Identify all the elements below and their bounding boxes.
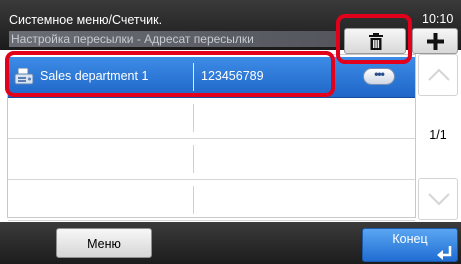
menu-button-label: Меню <box>87 237 121 251</box>
menu-button[interactable]: Меню <box>56 228 152 258</box>
pagination-controls: 1/1 <box>418 54 458 220</box>
footer-bar: Меню Конец <box>0 222 461 264</box>
screen: Системное меню/Счетчик. Настройка пересы… <box>0 0 461 264</box>
breadcrumb: Настройка пересылки - Адресат пересылки <box>9 31 339 47</box>
chevron-up-icon <box>428 68 450 81</box>
page-indicator: 1/1 <box>429 128 447 142</box>
column-divider <box>193 145 194 173</box>
plus-icon <box>427 33 444 50</box>
delete-highlight <box>336 14 412 64</box>
detail-button[interactable]: ••• <box>363 67 395 85</box>
add-button[interactable] <box>412 28 458 54</box>
scroll-up-button[interactable] <box>418 54 458 96</box>
scroll-down-button[interactable] <box>418 178 458 220</box>
clock: 10:10 <box>422 12 454 26</box>
chevron-down-icon <box>428 193 450 206</box>
column-divider <box>193 186 194 214</box>
end-button-label: Конец <box>392 232 428 246</box>
list-item[interactable] <box>8 98 415 139</box>
enter-arrow-icon <box>437 246 452 260</box>
page-title: Системное меню/Счетчик. <box>9 13 163 27</box>
list-item[interactable] <box>8 139 415 180</box>
more-icon: ••• <box>374 67 385 81</box>
end-button[interactable]: Конец <box>362 228 458 262</box>
list-item[interactable] <box>8 180 415 221</box>
column-divider <box>193 104 194 132</box>
selection-highlight <box>5 51 335 97</box>
